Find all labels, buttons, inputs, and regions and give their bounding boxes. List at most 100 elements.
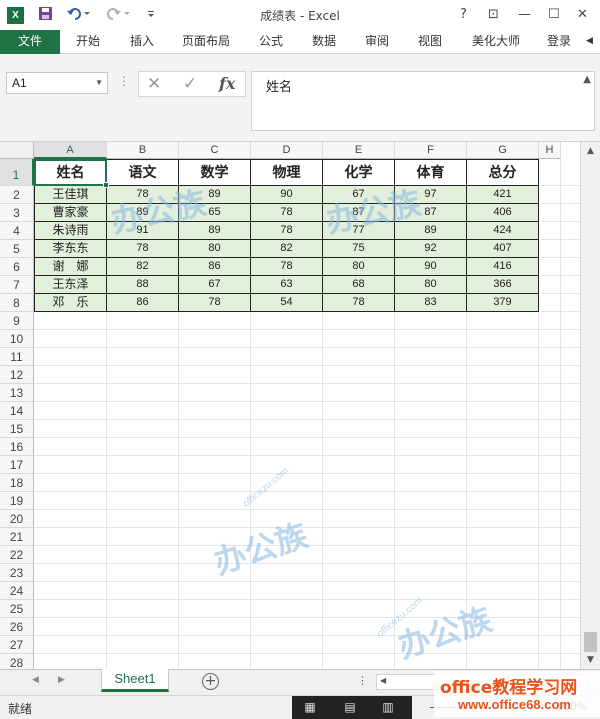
zoom-level[interactable]: 100% bbox=[556, 700, 587, 713]
select-all-corner[interactable] bbox=[0, 142, 34, 159]
row-header-20[interactable]: 20 bbox=[0, 510, 34, 528]
table-cell[interactable]: 李东东 bbox=[34, 240, 107, 258]
table-cell[interactable]: 78 bbox=[251, 258, 323, 276]
enter-icon[interactable]: ✓ bbox=[183, 73, 197, 95]
row-header-8[interactable]: 8 bbox=[0, 294, 34, 312]
insert-function-icon[interactable]: fx bbox=[219, 73, 235, 95]
table-header-cell[interactable]: 语文 bbox=[107, 159, 179, 186]
table-cell[interactable]: 王佳琪 bbox=[34, 186, 107, 204]
row-header-14[interactable]: 14 bbox=[0, 402, 34, 420]
horizontal-scrollbar[interactable]: ◀ bbox=[376, 674, 588, 690]
table-cell[interactable]: 谢 娜 bbox=[34, 258, 107, 276]
column-header-c[interactable]: C bbox=[179, 142, 251, 159]
table-header-cell[interactable]: 化学 bbox=[323, 159, 395, 186]
row-header-1[interactable]: 1 bbox=[0, 159, 34, 186]
table-cell[interactable]: 朱诗雨 bbox=[34, 222, 107, 240]
table-cell[interactable]: 424 bbox=[467, 222, 539, 240]
tab-file[interactable]: 文件 bbox=[0, 30, 60, 54]
table-header-cell[interactable]: 物理 bbox=[251, 159, 323, 186]
table-header-cell[interactable]: 体育 bbox=[395, 159, 467, 186]
table-cell[interactable]: 406 bbox=[467, 204, 539, 222]
name-box[interactable]: A1 ▼ bbox=[6, 72, 108, 94]
tab-formulas[interactable]: 公式 bbox=[259, 30, 283, 54]
table-cell[interactable]: 80 bbox=[323, 258, 395, 276]
row-header-15[interactable]: 15 bbox=[0, 420, 34, 438]
sheet-tab-sheet1[interactable]: Sheet1 bbox=[101, 669, 169, 692]
table-cell[interactable]: 82 bbox=[251, 240, 323, 258]
table-cell[interactable]: 65 bbox=[179, 204, 251, 222]
row-header-28[interactable]: 28 bbox=[0, 654, 34, 669]
tab-split-handle-icon[interactable]: ⋮ bbox=[357, 674, 368, 687]
table-cell[interactable]: 邓 乐 bbox=[34, 294, 107, 312]
tab-view[interactable]: 视图 bbox=[418, 30, 442, 54]
table-cell[interactable]: 67 bbox=[179, 276, 251, 294]
table-cell[interactable]: 87 bbox=[395, 204, 467, 222]
table-cell[interactable]: 416 bbox=[467, 258, 539, 276]
table-cell[interactable]: 366 bbox=[467, 276, 539, 294]
row-header-22[interactable]: 22 bbox=[0, 546, 34, 564]
table-cell[interactable]: 86 bbox=[179, 258, 251, 276]
row-header-25[interactable]: 25 bbox=[0, 600, 34, 618]
row-header-24[interactable]: 24 bbox=[0, 582, 34, 600]
table-cell[interactable]: 83 bbox=[395, 294, 467, 312]
worksheet-grid[interactable]: ABCDEFGH 1 2 3 4 5 6 7 8 9 10 11 12 13 14 15 16 17 18 19 20… bbox=[0, 142, 580, 669]
table-header-cell[interactable]: 姓名 bbox=[34, 159, 107, 186]
zoom-slider[interactable] bbox=[430, 707, 540, 708]
tab-beautify-master[interactable]: 美化大师 bbox=[472, 30, 520, 54]
table-cell[interactable]: 67 bbox=[323, 186, 395, 204]
tab-home[interactable]: 开始 bbox=[76, 30, 100, 54]
table-cell[interactable]: 379 bbox=[467, 294, 539, 312]
table-cell[interactable]: 68 bbox=[323, 276, 395, 294]
table-cell[interactable]: 78 bbox=[179, 294, 251, 312]
table-cell[interactable]: 89 bbox=[179, 222, 251, 240]
row-header-17[interactable]: 17 bbox=[0, 456, 34, 474]
row-header-5[interactable]: 5 bbox=[0, 240, 34, 258]
column-header-g[interactable]: G bbox=[467, 142, 539, 159]
column-header-f[interactable]: F bbox=[395, 142, 467, 159]
table-cell[interactable]: 78 bbox=[251, 204, 323, 222]
row-header-2[interactable]: 2 bbox=[0, 186, 34, 204]
column-header-a[interactable]: A bbox=[34, 142, 107, 159]
row-header-13[interactable]: 13 bbox=[0, 384, 34, 402]
formula-bar-drag-icon[interactable]: ⋮ bbox=[118, 74, 130, 88]
table-cell[interactable]: 407 bbox=[467, 240, 539, 258]
tab-review[interactable]: 审阅 bbox=[365, 30, 389, 54]
formula-input[interactable]: 姓名 ▲ bbox=[251, 71, 595, 131]
close-button[interactable]: ✕ bbox=[577, 6, 588, 24]
table-cell[interactable]: 80 bbox=[179, 240, 251, 258]
add-sheet-button[interactable]: + bbox=[202, 673, 219, 690]
table-cell[interactable]: 89 bbox=[107, 204, 179, 222]
table-cell[interactable]: 88 bbox=[107, 276, 179, 294]
chevron-down-icon[interactable]: ▼ bbox=[95, 73, 103, 93]
row-header-19[interactable]: 19 bbox=[0, 492, 34, 510]
table-cell[interactable]: 87 bbox=[323, 204, 395, 222]
next-sheet-icon[interactable]: ▶ bbox=[58, 675, 65, 685]
table-header-cell[interactable]: 数学 bbox=[179, 159, 251, 186]
tab-insert[interactable]: 插入 bbox=[130, 30, 154, 54]
column-header-d[interactable]: D bbox=[251, 142, 323, 159]
row-header-4[interactable]: 4 bbox=[0, 222, 34, 240]
collapse-formula-bar-icon[interactable]: ▲ bbox=[583, 74, 591, 85]
row-header-16[interactable]: 16 bbox=[0, 438, 34, 456]
table-cell[interactable]: 86 bbox=[107, 294, 179, 312]
login-link[interactable]: 登录 bbox=[547, 30, 571, 54]
scroll-thumb[interactable] bbox=[584, 632, 597, 652]
vertical-scrollbar[interactable]: ▲ ▼ bbox=[580, 142, 600, 669]
row-header-23[interactable]: 23 bbox=[0, 564, 34, 582]
table-cell[interactable]: 78 bbox=[107, 186, 179, 204]
row-header-12[interactable]: 12 bbox=[0, 366, 34, 384]
table-cell[interactable]: 75 bbox=[323, 240, 395, 258]
table-cell[interactable]: 54 bbox=[251, 294, 323, 312]
table-cell[interactable]: 78 bbox=[251, 222, 323, 240]
prev-sheet-icon[interactable]: ◀ bbox=[32, 675, 39, 685]
tab-data[interactable]: 数据 bbox=[312, 30, 336, 54]
table-cell[interactable]: 421 bbox=[467, 186, 539, 204]
row-header-7[interactable]: 7 bbox=[0, 276, 34, 294]
tabs-scroll-icon[interactable]: ◀ bbox=[586, 30, 593, 54]
table-cell[interactable]: 王东泽 bbox=[34, 276, 107, 294]
row-header-10[interactable]: 10 bbox=[0, 330, 34, 348]
row-header-27[interactable]: 27 bbox=[0, 636, 34, 654]
page-break-view-icon[interactable]: ▥ bbox=[380, 700, 396, 714]
cancel-icon[interactable]: ✕ bbox=[147, 73, 161, 95]
table-cell[interactable]: 78 bbox=[107, 240, 179, 258]
